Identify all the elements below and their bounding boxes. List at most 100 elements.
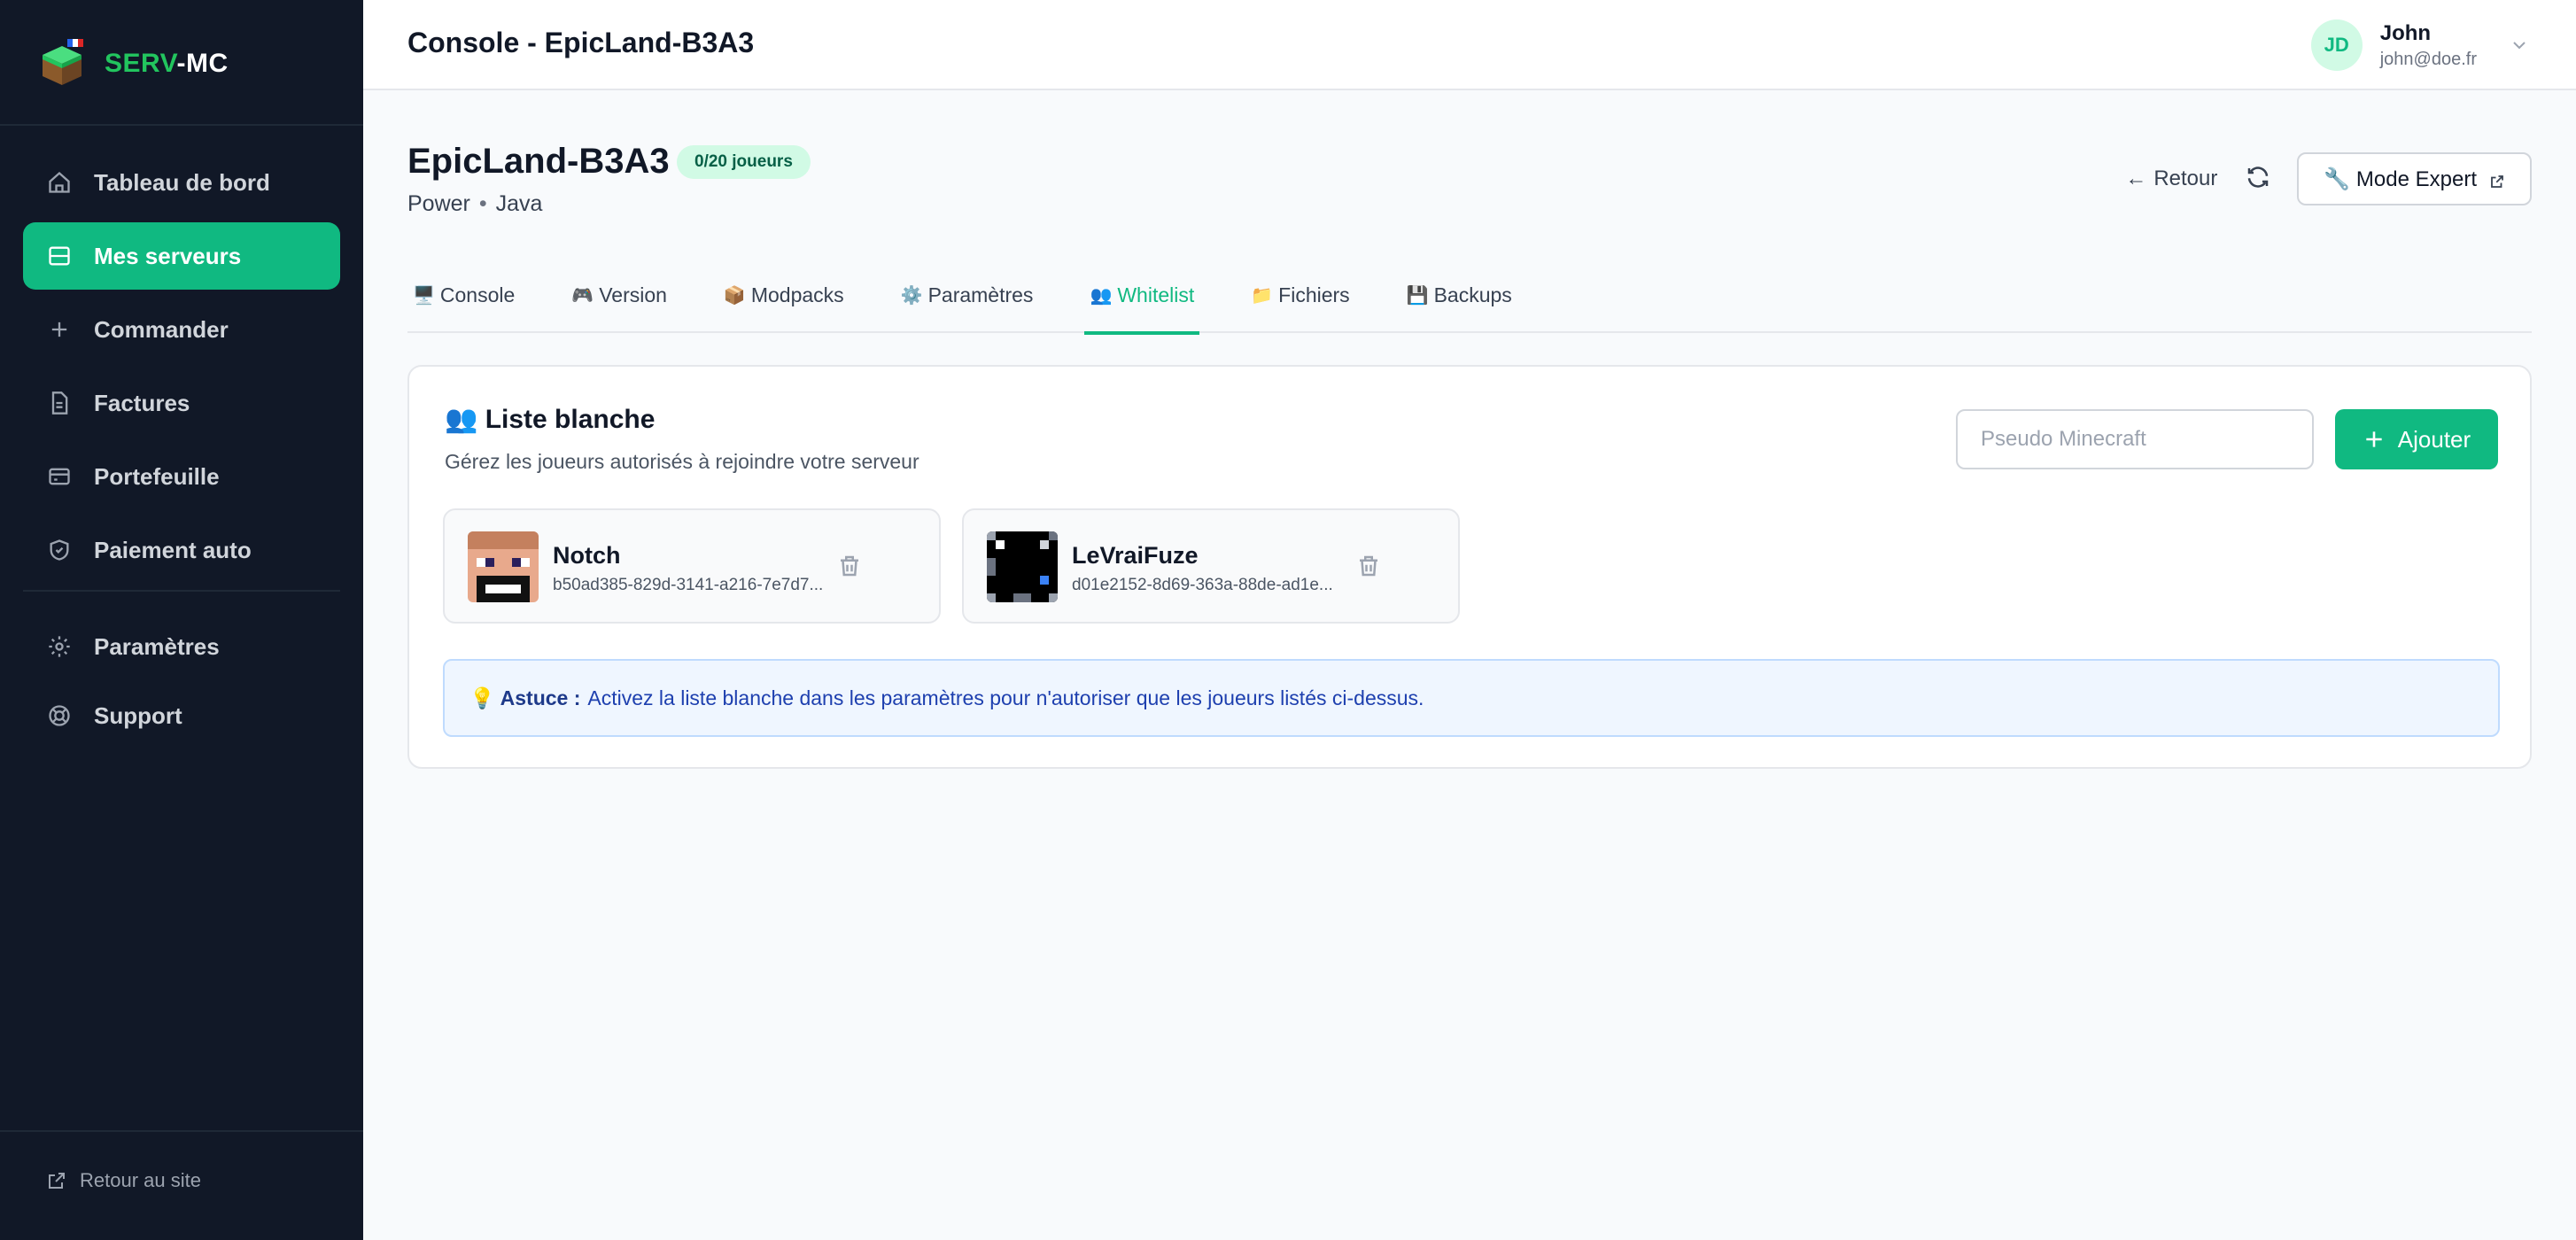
player-uuid: d01e2152-8d69-363a-88de-ad1e... (1072, 576, 1333, 594)
chevron-down-icon[interactable] (2509, 35, 2530, 56)
players-badge: 0/20 joueurs (677, 145, 811, 179)
tab-label: Paramètres (927, 283, 1034, 306)
tip-banner: 💡 Astuce : Activez la liste blanche dans… (443, 659, 2500, 737)
gamepad-icon: 🎮 (571, 285, 594, 306)
tip-text: Activez la liste blanche dans les paramè… (587, 686, 1424, 709)
sidebar-item-wallet[interactable]: Portefeuille (23, 443, 340, 510)
sidebar-item-dashboard[interactable]: Tableau de bord (23, 149, 340, 216)
sidebar-item-servers[interactable]: Mes serveurs (23, 222, 340, 290)
player-skin-levraifuze (987, 531, 1058, 602)
player-name: Notch (553, 542, 621, 569)
tab-label: Backups (1433, 283, 1512, 306)
sidebar-divider (23, 590, 340, 592)
user-menu[interactable]: JD John john@doe.fr (2310, 19, 2530, 71)
arrow-left-icon: ← (2125, 167, 2147, 190)
server-plan: Power (407, 191, 470, 216)
sidebar-item-label: Mes serveurs (94, 242, 242, 269)
server-icon (46, 243, 73, 269)
tab-label: Fichiers (1278, 283, 1350, 306)
tab-label: Version (599, 283, 667, 306)
back-to-site-link[interactable]: Retour au site (46, 1169, 201, 1192)
tab-console[interactable]: 🖥️ Console (407, 257, 520, 333)
server-tabs: 🖥️ Console 🎮 Version 📦 Modpacks ⚙️ Paramètre… (407, 257, 2532, 335)
refresh-button[interactable] (2242, 163, 2274, 195)
list-item: LeVraiFuze d01e2152-8d69-363a-88de-ad1e.… (962, 508, 1460, 624)
plus-icon (46, 316, 73, 343)
lightbulb-icon: 💡 (469, 686, 495, 709)
add-label: Ajouter (2397, 425, 2471, 453)
wallet-icon (46, 463, 73, 490)
whitelist-card: 👥 Liste blanche Gérez les joueurs autori… (407, 365, 2532, 769)
tab-label: Whitelist (1117, 283, 1195, 306)
expert-mode-button[interactable]: 🔧 Mode Expert (2297, 152, 2532, 205)
sidebar-item-invoices[interactable]: Factures (23, 369, 340, 437)
sidebar-item-label: Portefeuille (94, 462, 220, 490)
external-link-icon (2489, 171, 2505, 188)
sidebar: SERV-MC Tableau de bord Mes serveurs Com… (0, 0, 363, 1240)
tab-backups[interactable]: 💾 Backups (1401, 257, 1517, 333)
server-title: EpicLand-B3A3 (407, 142, 670, 181)
server-edition: Java (495, 191, 543, 216)
list-item: Notch b50ad385-829d-3141-a216-7e7d7... (443, 508, 941, 624)
brand[interactable]: SERV-MC (37, 35, 229, 92)
sidebar-divider (0, 124, 363, 126)
sidebar-item-settings[interactable]: Paramètres (23, 615, 340, 678)
tab-modpacks[interactable]: 📦 Modpacks (718, 257, 850, 333)
sidebar-item-order[interactable]: Commander (23, 296, 340, 363)
sidebar-item-label: Paiement auto (94, 536, 252, 563)
whitelist-players: Notch b50ad385-829d-3141-a216-7e7d7... L… (443, 508, 1481, 624)
sidebar-item-label: Commander (94, 315, 229, 343)
back-button[interactable]: ← Retour (2125, 167, 2217, 191)
refresh-icon (2245, 164, 2271, 195)
lifebuoy-icon (46, 702, 73, 729)
sidebar-item-autopay[interactable]: Paiement auto (23, 516, 340, 584)
gear-icon: ⚙️ (900, 285, 923, 306)
player-skin-notch (468, 531, 539, 602)
subtitle-separator: • (478, 191, 487, 216)
gear-icon (46, 633, 73, 660)
file-icon (46, 390, 73, 416)
tab-version[interactable]: 🎮 Version (566, 257, 672, 333)
expert-mode-label: 🔧 Mode Expert (2324, 167, 2477, 191)
page-title: Console - EpicLand-B3A3 (407, 27, 755, 58)
tab-files[interactable]: 📁 Fichiers (1245, 257, 1354, 333)
pseudo-input[interactable] (1956, 409, 2314, 469)
user-email: john@doe.fr (2379, 49, 2477, 69)
player-name: LeVraiFuze (1072, 542, 1199, 569)
tip-label: Astuce : (500, 686, 581, 709)
avatar: JD (2310, 19, 2363, 71)
sidebar-item-support[interactable]: Support (23, 684, 340, 748)
monitor-icon: 🖥️ (413, 285, 435, 306)
brand-name: SERV-MC (105, 49, 229, 78)
sidebar-nav: Tableau de bord Mes serveurs Commander F… (23, 149, 340, 590)
shield-icon (46, 537, 73, 563)
whitelist-description: Gérez les joueurs autorisés à rejoindre … (445, 450, 919, 473)
user-name: John (2379, 20, 2432, 45)
tab-settings[interactable]: ⚙️ Paramètres (896, 257, 1039, 333)
tab-label: Modpacks (750, 283, 844, 306)
home-icon (46, 169, 73, 196)
grass-block-logo (37, 39, 87, 89)
player-uuid: b50ad385-829d-3141-a216-7e7d7... (553, 576, 824, 594)
back-to-site-label: Retour au site (80, 1169, 201, 1191)
sidebar-item-label: Paramètres (94, 632, 220, 660)
package-icon: 📦 (723, 285, 746, 306)
users-icon: 👥 (1090, 285, 1113, 306)
whitelist-title: 👥 Liste blanche (445, 405, 656, 434)
trash-icon[interactable] (836, 553, 863, 579)
sidebar-nav-secondary: Paramètres Support (23, 615, 340, 754)
trash-icon[interactable] (1355, 553, 1382, 579)
server-subtitle: Power • Java (407, 191, 542, 217)
server-actions: ← Retour 🔧 Mode Expert (2125, 152, 2532, 205)
sidebar-item-label: Tableau de bord (94, 168, 270, 196)
tab-whitelist[interactable]: 👥 Whitelist (1084, 257, 1200, 335)
folder-icon: 📁 (1251, 285, 1274, 306)
top-header: Console - EpicLand-B3A3 JD John john@doe… (363, 0, 2576, 90)
sidebar-item-label: Factures (94, 389, 190, 416)
user-info: John john@doe.fr (2380, 21, 2477, 70)
plus-icon (2363, 428, 2386, 451)
sidebar-divider (0, 1130, 363, 1132)
add-player-button[interactable]: Ajouter (2335, 409, 2498, 469)
sidebar-item-label: Support (94, 701, 182, 729)
tab-label: Console (439, 283, 516, 306)
